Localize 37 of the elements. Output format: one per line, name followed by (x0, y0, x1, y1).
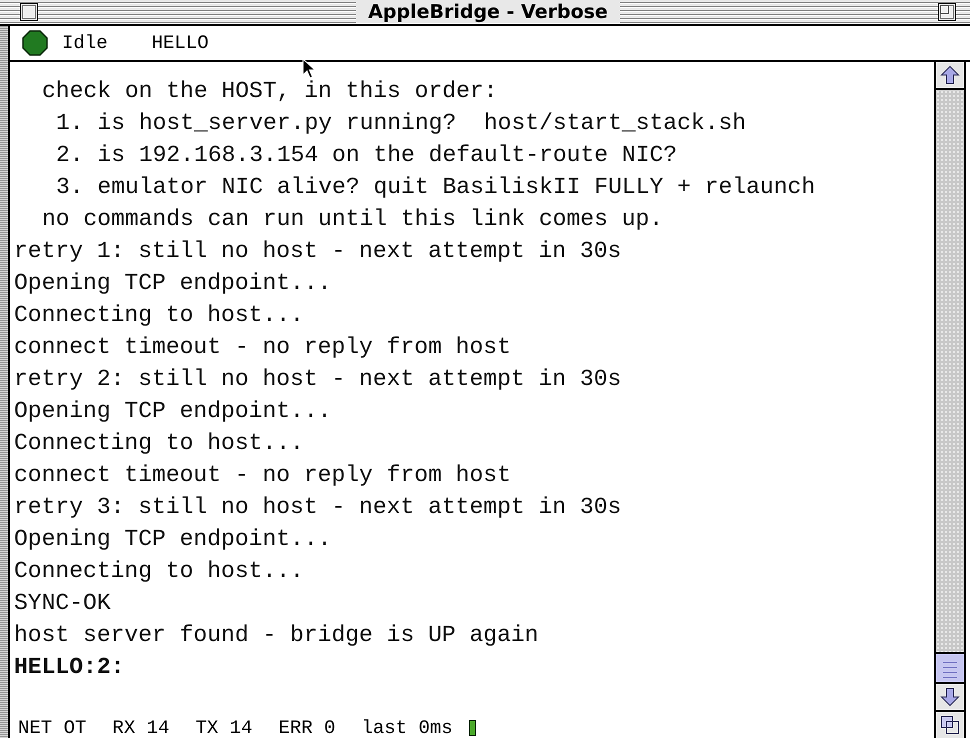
counter-text: RX 14 (112, 717, 170, 738)
log-line: Opening TCP endpoint... (14, 269, 332, 298)
window-title: AppleBridge - Verbose (356, 1, 620, 23)
log-line: HELLO:2: (14, 653, 124, 682)
activity-indicator-icon (468, 720, 476, 736)
counter-text: NET OT (18, 717, 86, 738)
log-line: retry 2: still no host - next attempt in 30s (14, 365, 622, 394)
log-line: Connecting to host... (14, 557, 304, 586)
log-line: host server found - bridge is UP again (14, 621, 538, 650)
log-line: connect timeout - no reply from host (14, 461, 511, 490)
resize-handle[interactable] (936, 712, 964, 738)
zoom-box-icon[interactable] (938, 3, 956, 21)
status-text: Idle (62, 32, 108, 54)
log-line: 1. is host_server.py running? host/start_stack.sh (56, 109, 746, 138)
scroll-up-button[interactable] (936, 62, 964, 90)
scroll-thumb[interactable] (936, 652, 964, 684)
close-box-icon[interactable] (20, 3, 38, 21)
log-line: SYNC-OK (14, 589, 111, 618)
up-arrow-icon (940, 65, 960, 85)
counter-text: TX 14 (195, 717, 252, 738)
overlapping-squares-icon (941, 716, 959, 734)
counter-text: last 0ms (361, 717, 453, 738)
log-line: Connecting to host... (14, 301, 304, 330)
log-line: no commands can run until this link comes up. (42, 205, 664, 234)
log-line: Connecting to host... (14, 429, 304, 458)
down-arrow-icon (940, 687, 960, 707)
command-text: HELLO (152, 32, 209, 54)
log-line: 2. is 192.168.3.154 on the default-route NIC? (56, 141, 678, 170)
log-line: check on the HOST, in this order: (42, 77, 498, 106)
scroll-down-button[interactable] (936, 684, 964, 712)
log-line: connect timeout - no reply from host (14, 333, 511, 362)
log-line: Opening TCP endpoint... (14, 525, 332, 554)
log-line: 3. emulator NIC alive? quit BasiliskII FULLY + relaunch (56, 173, 816, 202)
log-line: retry 3: still no host - next attempt in 30s (14, 493, 622, 522)
log-line: Opening TCP endpoint... (14, 397, 332, 426)
counter-text: ERR 0 (278, 717, 336, 738)
log-line: retry 1: still no host - next attempt in 30s (14, 237, 622, 266)
